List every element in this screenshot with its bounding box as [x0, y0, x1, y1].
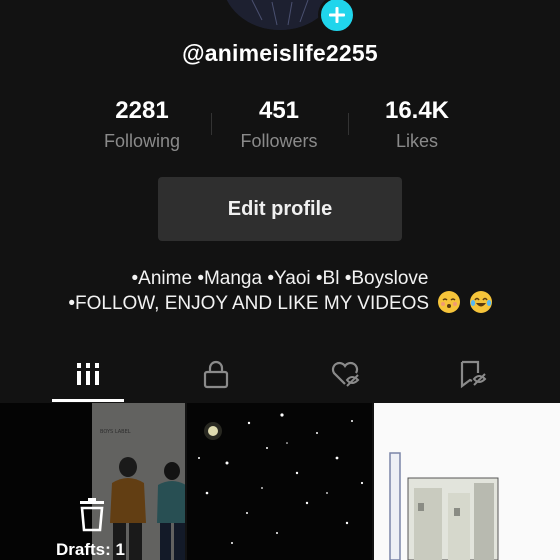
bio: •Anime •Manga •Yaoi •Bl •Boyslove •FOLLO…: [0, 266, 560, 316]
grid-icon: [77, 363, 99, 385]
video-grid: BOYS LABEL Drafts: 1: [0, 403, 560, 560]
profile-screen: @animeislife2255 2281 Following 451 Foll…: [0, 0, 560, 560]
plus-icon: [329, 7, 345, 23]
tab-videos[interactable]: [18, 345, 158, 403]
tears-of-joy-emoji-icon: [469, 291, 492, 313]
add-avatar-button[interactable]: [318, 0, 356, 34]
video-thumbnail[interactable]: [374, 403, 560, 560]
edit-profile-button[interactable]: Edit profile: [158, 177, 402, 241]
stat-following-value: 2281: [115, 97, 169, 124]
profile-tabs: [0, 345, 560, 403]
tab-liked[interactable]: [275, 345, 415, 403]
active-tab-indicator: [52, 399, 124, 402]
drafts-label: Drafts: 1: [56, 540, 125, 559]
video-thumbnail-image: [374, 403, 560, 560]
kissing-face-emoji-icon: [438, 291, 461, 313]
video-thumbnail[interactable]: [187, 403, 372, 560]
stat-following[interactable]: 2281 Following: [82, 96, 202, 154]
stat-divider: [348, 113, 349, 135]
stat-followers-value: 451: [258, 97, 300, 124]
bio-line-1: •Anime •Manga •Yaoi •Bl •Boyslove: [131, 268, 429, 289]
bio-line-2-row: •FOLLOW, ENJOY AND LIKE MY VIDEOS: [0, 291, 560, 316]
heart-hidden-icon: [331, 361, 360, 387]
bio-line-2: •FOLLOW, ENJOY AND LIKE MY VIDEOS: [68, 293, 430, 314]
drafts-thumbnail[interactable]: BOYS LABEL Drafts: 1: [0, 403, 185, 560]
profile-stats: 2281 Following 451 Followers 16.4K Likes: [0, 96, 560, 156]
stat-following-label: Following: [103, 131, 181, 151]
stat-followers-label: Followers: [240, 131, 318, 151]
lock-icon: [203, 360, 229, 389]
username: @animeislife2255: [182, 40, 378, 66]
stat-likes[interactable]: 16.4K Likes: [357, 96, 477, 154]
trash-icon: [80, 498, 104, 532]
video-thumbnail-image: [187, 403, 372, 560]
drafts-overlay: [0, 403, 185, 560]
tab-favorites[interactable]: [403, 345, 543, 403]
stat-likes-value: 16.4K: [384, 97, 450, 124]
tab-private[interactable]: [146, 345, 286, 403]
stat-divider: [211, 113, 212, 135]
stat-followers[interactable]: 451 Followers: [219, 96, 339, 154]
stat-likes-label: Likes: [395, 131, 439, 151]
bookmark-hidden-icon: [460, 360, 487, 389]
